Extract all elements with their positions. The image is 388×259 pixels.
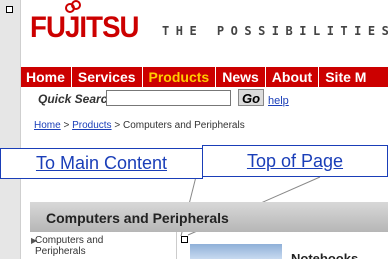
breadcrumb-separator: >	[111, 120, 123, 131]
side-menu-item-computers[interactable]: Computers and Peripherals	[35, 235, 155, 257]
section-title: Computers and Peripherals	[46, 210, 229, 226]
quick-search-label: Quick Search	[38, 92, 115, 106]
nav-item-news[interactable]: News	[216, 67, 266, 87]
notebooks-label[interactable]: Notebooks	[291, 251, 358, 259]
nav-item-products[interactable]: Products	[143, 67, 217, 87]
breadcrumb-current: Computers and Peripherals	[122, 120, 245, 131]
logo-wordmark: FUJITSU	[30, 11, 139, 44]
nav-item-services[interactable]: Services	[72, 67, 143, 87]
breadcrumb-products-link[interactable]: Products	[72, 120, 111, 131]
page: FUJITSU THE POSSIBILITIES ARE IN Home Se…	[0, 0, 388, 259]
skip-to-main-content-link[interactable]: To Main Content	[0, 148, 203, 179]
nav-item-home[interactable]: Home	[21, 67, 72, 87]
nav-item-site-map[interactable]: Site M	[319, 67, 372, 87]
main-nav: Home Services Products News About Site M	[21, 67, 388, 87]
breadcrumb-separator: >	[60, 120, 73, 131]
left-strip	[0, 0, 21, 259]
focus-marker-content	[181, 236, 188, 243]
fujitsu-logo[interactable]: FUJITSU	[30, 0, 148, 44]
breadcrumb: Home > Products > Computers and Peripher…	[34, 120, 245, 131]
nav-item-about[interactable]: About	[266, 67, 320, 87]
column-divider	[176, 232, 177, 259]
notebooks-image[interactable]	[190, 244, 282, 259]
skip-to-top-of-page-link[interactable]: Top of Page	[202, 145, 388, 177]
help-link[interactable]: help	[268, 95, 289, 107]
quick-search-input[interactable]	[106, 90, 231, 106]
go-button[interactable]: Go	[238, 89, 264, 106]
tagline: THE POSSIBILITIES ARE IN	[162, 24, 388, 38]
left-divider	[20, 0, 21, 259]
breadcrumb-home-link[interactable]: Home	[34, 120, 61, 131]
focus-marker-top	[6, 6, 13, 13]
